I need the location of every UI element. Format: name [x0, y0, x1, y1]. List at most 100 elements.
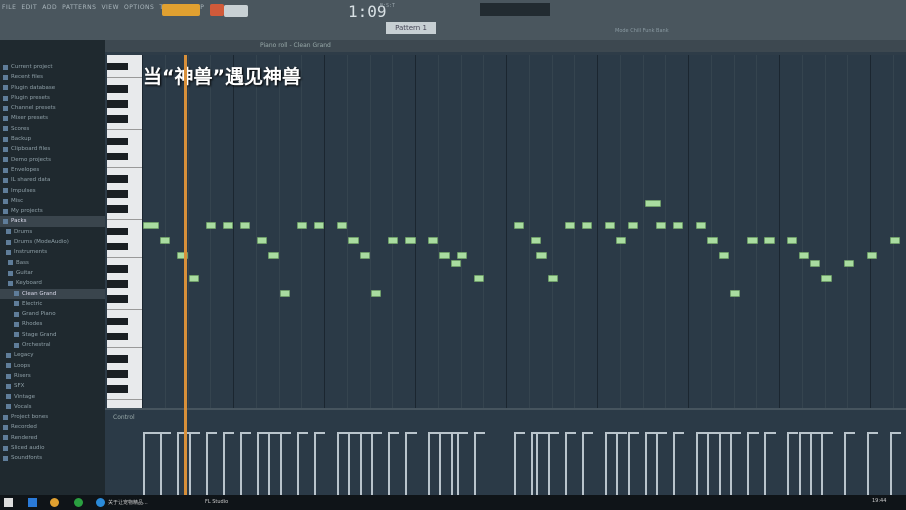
- sidebar-item[interactable]: Grand Piano: [0, 309, 105, 319]
- menu-options[interactable]: OPTIONS: [124, 4, 154, 11]
- velocity-bar[interactable]: [866, 432, 869, 495]
- sidebar-item[interactable]: Electric: [0, 299, 105, 309]
- velocity-bar[interactable]: [388, 432, 391, 495]
- black-key[interactable]: [107, 355, 128, 363]
- velocity-bar[interactable]: [809, 432, 812, 495]
- play-button[interactable]: [162, 4, 200, 16]
- sidebar-item[interactable]: Rhodes: [0, 319, 105, 329]
- sidebar-item[interactable]: Keyboard: [0, 278, 105, 288]
- song-mode-toggle[interactable]: [224, 5, 248, 17]
- sidebar-item[interactable]: Sliced audio: [0, 443, 105, 453]
- note[interactable]: [450, 259, 462, 267]
- sidebar-item[interactable]: Plugin presets: [0, 93, 105, 103]
- sidebar-item[interactable]: IL shared data: [0, 175, 105, 185]
- sidebar-item[interactable]: Demo projects: [0, 155, 105, 165]
- velocity-bar[interactable]: [188, 432, 191, 495]
- velocity-bar[interactable]: [730, 432, 733, 495]
- note[interactable]: [564, 222, 576, 229]
- sidebar-item[interactable]: Recent files: [0, 72, 105, 82]
- note[interactable]: [730, 289, 741, 297]
- note[interactable]: [656, 222, 667, 229]
- velocity-bar[interactable]: [296, 432, 299, 495]
- edge-icon[interactable]: [96, 498, 105, 507]
- sidebar-item[interactable]: Plugin database: [0, 83, 105, 93]
- menu-file[interactable]: FILE: [2, 4, 16, 11]
- black-key[interactable]: [107, 175, 128, 183]
- menu-view[interactable]: VIEW: [101, 4, 119, 11]
- sidebar-item[interactable]: Legacy: [0, 350, 105, 360]
- note[interactable]: [581, 222, 593, 229]
- velocity-bar[interactable]: [707, 432, 710, 495]
- velocity-bar[interactable]: [627, 432, 630, 495]
- velocity-bar[interactable]: [695, 432, 698, 495]
- sidebar-item[interactable]: Drums (ModeAudio): [0, 237, 105, 247]
- note[interactable]: [239, 222, 251, 229]
- note[interactable]: [889, 237, 901, 244]
- note[interactable]: [644, 199, 661, 207]
- velocity-bar[interactable]: [513, 432, 516, 495]
- sidebar-item[interactable]: Backup: [0, 134, 105, 144]
- velocity-bar[interactable]: [314, 432, 316, 495]
- velocity-bar[interactable]: [439, 432, 442, 495]
- black-key[interactable]: [107, 115, 128, 123]
- sidebar-item[interactable]: Drums: [0, 227, 105, 237]
- sidebar-item[interactable]: Risers: [0, 371, 105, 381]
- note[interactable]: [388, 237, 399, 244]
- note[interactable]: [279, 289, 291, 297]
- velocity-bar[interactable]: [747, 432, 750, 495]
- velocity-bar[interactable]: [222, 432, 225, 495]
- sidebar-item[interactable]: Vocals: [0, 402, 105, 412]
- sidebar-item[interactable]: Clean Grand: [0, 288, 105, 299]
- black-key[interactable]: [107, 227, 128, 235]
- note[interactable]: [513, 222, 524, 229]
- velocity-lane[interactable]: Control: [105, 408, 906, 495]
- velocity-bar[interactable]: [348, 432, 351, 495]
- black-key[interactable]: [107, 190, 128, 198]
- velocity-bar[interactable]: [177, 432, 180, 495]
- black-key[interactable]: [107, 242, 128, 250]
- velocity-bar[interactable]: [581, 432, 584, 495]
- sidebar-item[interactable]: Soundfonts: [0, 453, 105, 463]
- velocity-bar[interactable]: [428, 432, 430, 495]
- velocity-bar[interactable]: [604, 432, 607, 495]
- menu-add[interactable]: ADD: [42, 4, 57, 11]
- velocity-bar[interactable]: [473, 432, 476, 495]
- note[interactable]: [405, 237, 416, 244]
- sidebar-item[interactable]: Current project: [0, 62, 105, 72]
- sidebar-item[interactable]: Channel presets: [0, 103, 105, 113]
- sidebar-item[interactable]: My projects: [0, 206, 105, 216]
- note[interactable]: [188, 274, 199, 282]
- velocity-bar[interactable]: [787, 432, 790, 495]
- note[interactable]: [764, 237, 775, 244]
- velocity-bar[interactable]: [450, 432, 453, 495]
- black-key[interactable]: [107, 265, 128, 273]
- velocity-bar[interactable]: [359, 432, 362, 495]
- sidebar-item[interactable]: Bass: [0, 258, 105, 268]
- black-key[interactable]: [107, 205, 128, 213]
- velocity-bar[interactable]: [239, 432, 242, 495]
- taskbar-app-browser[interactable]: 关于让宠物精品...: [108, 499, 148, 506]
- note[interactable]: [473, 274, 484, 282]
- note[interactable]: [439, 252, 450, 259]
- black-key[interactable]: [107, 137, 128, 145]
- sidebar-item[interactable]: Stage Grand: [0, 330, 105, 340]
- sidebar-item[interactable]: Loops: [0, 361, 105, 371]
- chrome-icon[interactable]: [50, 498, 59, 507]
- velocity-bar[interactable]: [160, 432, 163, 495]
- note[interactable]: [296, 222, 308, 229]
- sidebar-item[interactable]: Packs: [0, 216, 105, 227]
- black-key[interactable]: [107, 100, 128, 108]
- note[interactable]: [821, 274, 832, 282]
- note[interactable]: [844, 259, 855, 267]
- note[interactable]: [616, 237, 627, 244]
- note[interactable]: [336, 222, 348, 229]
- velocity-bar[interactable]: [143, 432, 145, 495]
- velocity-bar[interactable]: [889, 432, 892, 495]
- velocity-bar[interactable]: [564, 432, 567, 495]
- note[interactable]: [428, 237, 439, 244]
- sidebar-item[interactable]: Impulses: [0, 186, 105, 196]
- note[interactable]: [673, 222, 684, 229]
- black-key[interactable]: [107, 385, 128, 393]
- note[interactable]: [627, 222, 638, 229]
- note[interactable]: [268, 252, 279, 259]
